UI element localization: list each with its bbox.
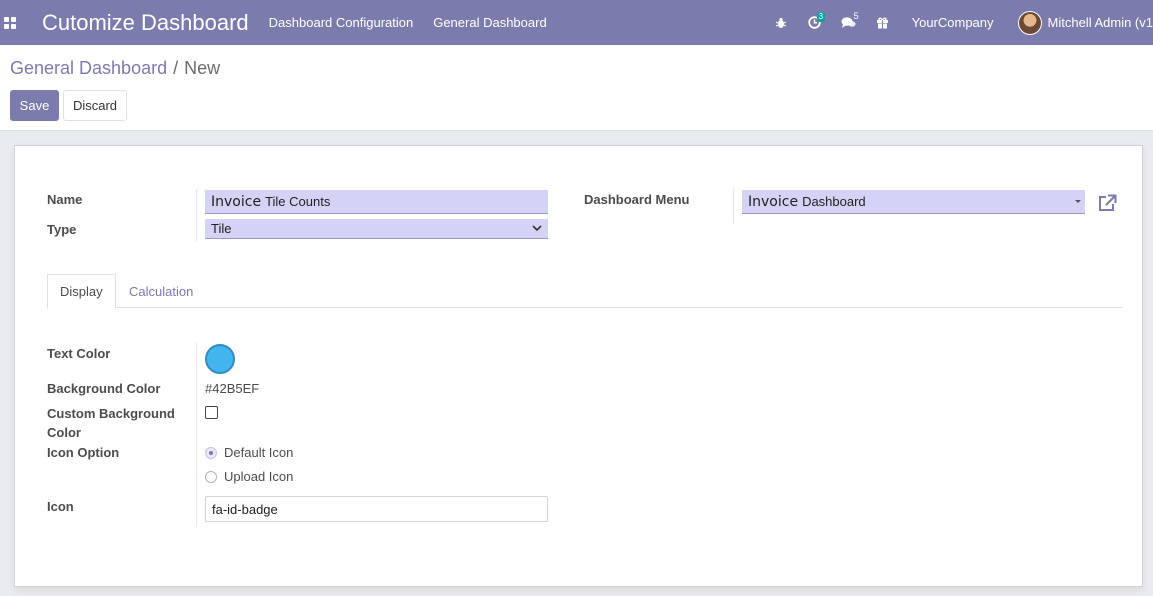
name-label: Name — [47, 192, 83, 207]
type-value: Tile — [211, 221, 232, 236]
user-menu[interactable]: Mitchell Admin (v1 — [1048, 15, 1153, 30]
bug-icon — [775, 17, 786, 28]
group-divider — [196, 189, 197, 241]
icon-input[interactable]: fa-id-badge — [205, 496, 548, 522]
chevron-down-icon — [532, 225, 542, 232]
messages-menu[interactable]: 5 — [832, 0, 866, 45]
activity-count-badge: 3 — [816, 12, 826, 22]
icon-option-label: Icon Option — [47, 445, 120, 460]
type-select[interactable]: Tile — [205, 219, 548, 239]
gift-icon — [877, 17, 889, 29]
icon-option-default[interactable]: Default Icon — [205, 445, 293, 460]
radio-checked-icon[interactable] — [205, 446, 217, 459]
activity-menu[interactable]: 3 — [798, 0, 832, 45]
save-button[interactable]: Save — [10, 90, 59, 121]
breadcrumb-parent[interactable]: General Dashboard — [10, 58, 167, 79]
icon-label: Icon — [47, 499, 74, 514]
dashboard-menu-value-suffix: Dashboard — [802, 194, 866, 209]
debug-menu[interactable] — [764, 0, 798, 45]
icon-option-default-label: Default Icon — [224, 445, 294, 460]
breadcrumb: General Dashboard / New — [10, 58, 220, 79]
user-avatar[interactable] — [1017, 10, 1042, 35]
background-color-label: Background Color — [47, 381, 161, 396]
gift-menu[interactable] — [866, 0, 900, 45]
caret-down-icon — [1075, 200, 1081, 203]
text-color-swatch[interactable] — [205, 344, 235, 374]
messages-count-badge: 5 — [853, 11, 859, 21]
systray: 3 5 YourCompany Mitchell Admin (v1 — [764, 0, 1153, 45]
tab-display[interactable]: Display — [47, 274, 116, 309]
text-color-label: Text Color — [47, 346, 111, 361]
icon-option-upload-label: Upload Icon — [224, 469, 294, 484]
name-value-suffix: Tile Counts — [265, 194, 331, 209]
menu-general-dashboard[interactable]: General Dashboard — [433, 15, 546, 30]
discard-button[interactable]: Discard — [63, 90, 127, 121]
custom-background-checkbox[interactable] — [205, 406, 218, 419]
company-switcher[interactable]: YourCompany — [912, 15, 994, 30]
top-navbar: Cutomize Dashboard Dashboard Configurati… — [0, 0, 1153, 45]
name-value-prefix: Invoice — [211, 193, 262, 210]
menu-dashboard-configuration[interactable]: Dashboard Configuration — [269, 15, 414, 30]
radio-unchecked-icon[interactable] — [205, 470, 217, 483]
dashboard-menu-label: Dashboard Menu — [584, 192, 690, 207]
apps-grid-icon[interactable] — [4, 16, 18, 30]
name-field[interactable]: Invoice Tile Counts — [205, 190, 548, 214]
dashboard-menu-select[interactable]: Invoice Dashboard — [742, 190, 1085, 214]
custom-background-label-line2: Color — [47, 425, 81, 440]
breadcrumb-current: New — [184, 58, 221, 78]
icon-option-upload[interactable]: Upload Icon — [205, 469, 293, 484]
type-label: Type — [47, 222, 77, 237]
tab-calculation[interactable]: Calculation — [117, 274, 205, 308]
form-sheet: Name Invoice Tile Counts Type Tile Dashb… — [14, 145, 1143, 587]
group-divider — [733, 189, 734, 223]
control-panel: General Dashboard / New Save Discard — [0, 45, 1153, 131]
background-color-value: #42B5EF — [205, 381, 260, 396]
external-link-icon[interactable] — [1097, 194, 1117, 212]
breadcrumb-separator: / — [173, 58, 179, 78]
group-divider — [196, 343, 197, 526]
notebook-tabs: Display Calculation — [47, 274, 1122, 309]
custom-background-label-line1: Custom Background — [47, 406, 175, 421]
scrollbar-track[interactable] — [1147, 131, 1153, 596]
dashboard-menu-value-prefix: Invoice — [748, 193, 799, 210]
app-brand[interactable]: Cutomize Dashboard — [42, 10, 249, 36]
